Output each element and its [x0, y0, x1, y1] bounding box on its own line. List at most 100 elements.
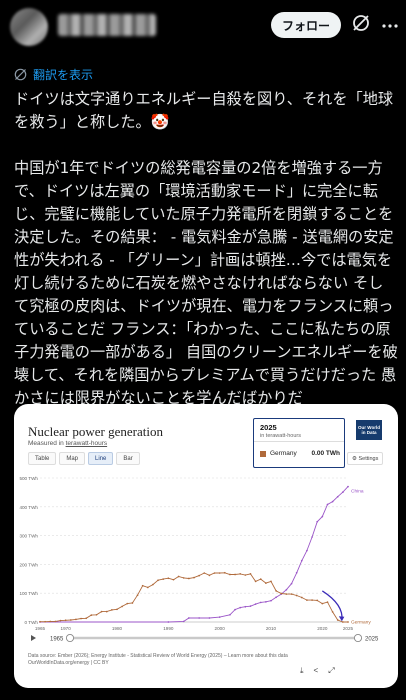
- data-point: [342, 621, 344, 623]
- data-source: Data source: Ember (2026); Energy Instit…: [28, 653, 288, 659]
- data-point: [254, 580, 257, 583]
- data-point: [331, 611, 334, 613]
- data-point: [95, 613, 98, 616]
- data-point: [90, 614, 93, 616]
- data-point: [193, 576, 195, 579]
- data-point: [234, 608, 236, 611]
- timeline-start: 1965: [50, 637, 64, 643]
- data-point: [126, 602, 129, 605]
- data-point: [249, 573, 252, 575]
- translate-link[interactable]: 翻訳を表示: [14, 64, 93, 84]
- data-point: [275, 590, 277, 592]
- avatar[interactable]: [10, 8, 48, 46]
- data-point: [270, 599, 272, 602]
- y-tick-label: 100 TWh: [19, 591, 38, 596]
- timeline-handle-end: [353, 633, 363, 643]
- post-body: ドイツは文字通りエネルギー自殺を図り、それを「地球を救う」と称した。🤡 中国が1…: [14, 90, 398, 407]
- data-point: [285, 593, 288, 595]
- data-point: [239, 573, 242, 575]
- data-point: [311, 536, 313, 538]
- data-point: [321, 515, 324, 518]
- series-label: Germany: [351, 620, 371, 626]
- data-point: [321, 602, 324, 605]
- data-point: [265, 582, 267, 584]
- data-point: [234, 573, 236, 576]
- data-point: [306, 599, 308, 601]
- data-point: [75, 618, 77, 621]
- globe-translate-icon: [14, 68, 27, 80]
- y-tick-label: 0 TWh: [25, 620, 39, 625]
- data-point: [311, 599, 313, 601]
- data-point: [223, 571, 226, 574]
- data-point: [146, 586, 149, 589]
- data-point: [336, 495, 339, 498]
- data-point: [300, 596, 303, 599]
- data-point: [59, 619, 62, 622]
- data-point: [167, 621, 170, 623]
- chart-card[interactable]: Nuclear power generation Measured in ter…: [14, 404, 398, 688]
- data-point: [49, 620, 52, 623]
- y-tick-label: 200 TWh: [19, 562, 38, 567]
- chart-footer: Data source: Ember (2026); Energy Instit…: [28, 653, 384, 667]
- y-tick-label: 300 TWh: [19, 534, 38, 539]
- data-point: [116, 608, 118, 611]
- y-tick-label: 400 TWh: [19, 505, 38, 510]
- expand-icon[interactable]: ⤢: [328, 666, 334, 676]
- more-options-icon[interactable]: [380, 16, 400, 36]
- play-icon: [31, 635, 36, 641]
- data-point: [290, 593, 293, 595]
- grok-icon[interactable]: [350, 12, 372, 34]
- data-point: [213, 572, 216, 574]
- data-point: [295, 594, 298, 597]
- data-point: [316, 520, 319, 523]
- data-point: [306, 549, 308, 552]
- data-point: [259, 601, 262, 604]
- timeline-end: 2025: [365, 637, 379, 643]
- share-icon[interactable]: <: [314, 666, 319, 676]
- timeline-handle-start: [65, 633, 75, 643]
- data-point: [239, 606, 242, 609]
- data-point: [136, 594, 139, 597]
- series-label: China: [351, 489, 364, 495]
- data-point: [265, 600, 267, 603]
- data-point: [105, 610, 108, 613]
- data-point: [80, 617, 82, 620]
- data-point: [100, 610, 103, 613]
- data-point: [347, 621, 349, 623]
- data-point: [342, 491, 344, 493]
- data-point: [198, 574, 200, 577]
- y-tick-label: 500 TWh: [19, 476, 38, 481]
- annotation-arrow: [321, 590, 343, 621]
- data-point: [182, 577, 185, 579]
- chart-actions: ⤓ < ⤢: [300, 666, 335, 676]
- data-point: [229, 613, 231, 616]
- data-point: [244, 574, 247, 576]
- data-point: [208, 574, 211, 577]
- data-point: [64, 619, 67, 622]
- data-point: [172, 578, 175, 581]
- data-point: [300, 559, 303, 562]
- data-point: [270, 580, 272, 583]
- data-point: [188, 577, 190, 580]
- data-point: [275, 596, 277, 599]
- data-point: [203, 572, 206, 574]
- data-point: [157, 579, 159, 582]
- data-point: [167, 577, 170, 580]
- translate-label[interactable]: 翻訳を表示: [33, 66, 93, 83]
- data-point: [162, 578, 165, 580]
- data-point: [111, 609, 113, 611]
- timeline-slider[interactable]: 1965 2025: [28, 630, 384, 646]
- data-point: [182, 620, 185, 623]
- data-point: [285, 588, 288, 591]
- blurred-username[interactable]: [58, 14, 156, 36]
- download-icon[interactable]: ⤓: [300, 666, 304, 676]
- data-point: [259, 578, 262, 580]
- data-point: [326, 503, 329, 506]
- data-point: [249, 605, 252, 608]
- follow-button[interactable]: フォロー: [271, 12, 341, 38]
- data-point: [331, 500, 334, 503]
- data-point: [121, 605, 123, 608]
- data-point: [290, 582, 293, 585]
- data-point: [54, 620, 57, 623]
- data-point: [44, 620, 46, 623]
